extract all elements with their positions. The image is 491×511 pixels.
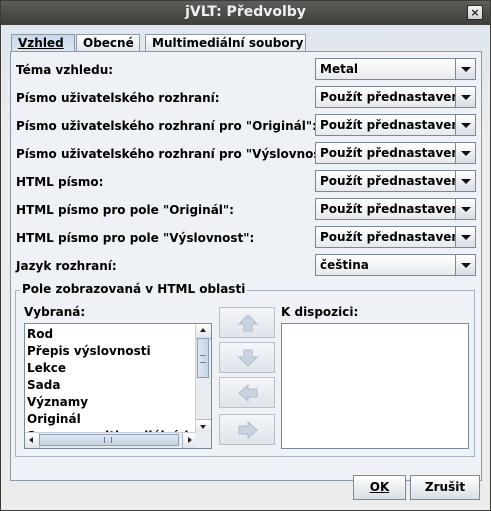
chevron-down-icon[interactable]: [455, 199, 475, 219]
arrow-up-icon: [238, 314, 258, 332]
html-font-pronunciation-label: HTML písmo pro pole "Výslovnost":: [16, 231, 255, 245]
chevron-down-icon[interactable]: [455, 87, 475, 107]
theme-combo[interactable]: Metal: [315, 58, 476, 80]
available-fields-list[interactable]: [281, 323, 469, 449]
move-left-button[interactable]: [219, 377, 275, 408]
list-item[interactable]: Originál: [27, 411, 195, 428]
vertical-scrollbar[interactable]: [195, 324, 211, 434]
list-item[interactable]: Významy: [27, 394, 195, 411]
arrow-right-icon: [238, 421, 258, 439]
tab-obecne[interactable]: Obecné: [76, 34, 140, 52]
ui-font-original-combo[interactable]: Použít přednastavené: [315, 114, 476, 136]
html-font-original-label: HTML písmo pro pole "Originál":: [16, 203, 234, 217]
ui-font-label: Písmo uživatelského rozhraní:: [16, 91, 220, 105]
html-font-combo[interactable]: Použít přednastavené: [315, 170, 476, 192]
title-bar[interactable]: jVLT: Předvolby ×: [1, 1, 490, 25]
horizontal-scrollbar[interactable]: [25, 432, 197, 448]
selected-list-label: Vybraná:: [24, 305, 86, 319]
theme-label: Téma vzhledu:: [16, 63, 114, 77]
combo-value: Použít přednastavené: [320, 174, 469, 188]
fields-group-title: Pole zobrazovaná v HTML oblasti: [20, 282, 248, 296]
arrow-left-icon: [238, 384, 258, 402]
html-font-original-combo[interactable]: Použít přednastavené: [315, 198, 476, 220]
html-font-pronunciation-combo[interactable]: Použít přednastavené: [315, 226, 476, 248]
html-font-label: HTML písmo:: [16, 175, 104, 189]
language-label: Jazyk rozhraní:: [16, 259, 117, 273]
chevron-down-icon[interactable]: [455, 227, 475, 247]
cancel-button[interactable]: Zrušit: [410, 475, 480, 500]
chevron-down-icon[interactable]: [455, 255, 475, 275]
chevron-down-icon[interactable]: [455, 115, 475, 135]
chevron-down-icon[interactable]: [455, 143, 475, 163]
tab-label: Vzhled: [18, 36, 64, 50]
window-title: jVLT: Předvolby: [185, 4, 306, 20]
combo-value: Použít přednastavené: [320, 90, 469, 104]
selected-fields-list[interactable]: Rod Přepis výslovnosti Lekce Sada Význam…: [24, 323, 212, 449]
cancel-button-label: Zrušit: [424, 480, 466, 494]
tab-vzhled[interactable]: Vzhled: [11, 34, 75, 52]
dialog-content: Vzhled Obecné Multimediální soubory Téma…: [2, 25, 489, 510]
available-list-label: K dispozici:: [281, 305, 359, 319]
chevron-down-icon[interactable]: [455, 171, 475, 191]
combo-value: čeština: [320, 258, 369, 272]
combo-value: Použít přednastavené: [320, 146, 469, 160]
preferences-window: jVLT: Předvolby × Vzhled Obecné Multimed…: [0, 0, 491, 511]
tab-multimedia[interactable]: Multimediální soubory: [145, 34, 306, 52]
combo-value: Metal: [320, 62, 359, 76]
ok-button[interactable]: OK: [353, 475, 406, 500]
move-down-button[interactable]: [219, 342, 275, 373]
scroll-up-icon[interactable]: [196, 324, 211, 339]
chevron-down-icon[interactable]: [455, 59, 475, 79]
arrow-down-icon: [238, 349, 258, 367]
scroll-thumb[interactable]: [39, 434, 179, 446]
ui-font-original-label: Písmo uživatelského rozhraní pro "Origin…: [16, 119, 317, 133]
ui-font-combo[interactable]: Použít přednastavené: [315, 86, 476, 108]
close-button[interactable]: ×: [467, 5, 483, 20]
ok-button-label: OK: [369, 480, 390, 494]
move-right-button[interactable]: [219, 414, 275, 445]
list-item[interactable]: Přepis výslovnosti: [27, 343, 195, 360]
list-items: Rod Přepis výslovnosti Lekce Sada Význam…: [27, 326, 195, 445]
list-item[interactable]: Rod: [27, 326, 195, 343]
tab-label: Multimediální soubory: [152, 36, 304, 50]
list-item[interactable]: Lekce: [27, 360, 195, 377]
tab-label: Obecné: [83, 36, 134, 50]
ui-font-pronunciation-label: Písmo uživatelského rozhraní pro "Výslov…: [16, 147, 338, 161]
move-up-button[interactable]: [219, 307, 275, 338]
combo-value: Použít přednastavené: [320, 230, 469, 244]
ui-font-pronunciation-combo[interactable]: Použít přednastavené: [315, 142, 476, 164]
scroll-left-icon[interactable]: [25, 433, 40, 448]
combo-value: Použít přednastavené: [320, 118, 469, 132]
combo-value: Použít přednastavené: [320, 202, 469, 216]
list-item[interactable]: Sada: [27, 377, 195, 394]
scroll-corner: [195, 432, 211, 448]
scroll-thumb[interactable]: [197, 338, 209, 378]
language-combo[interactable]: čeština: [315, 254, 476, 276]
